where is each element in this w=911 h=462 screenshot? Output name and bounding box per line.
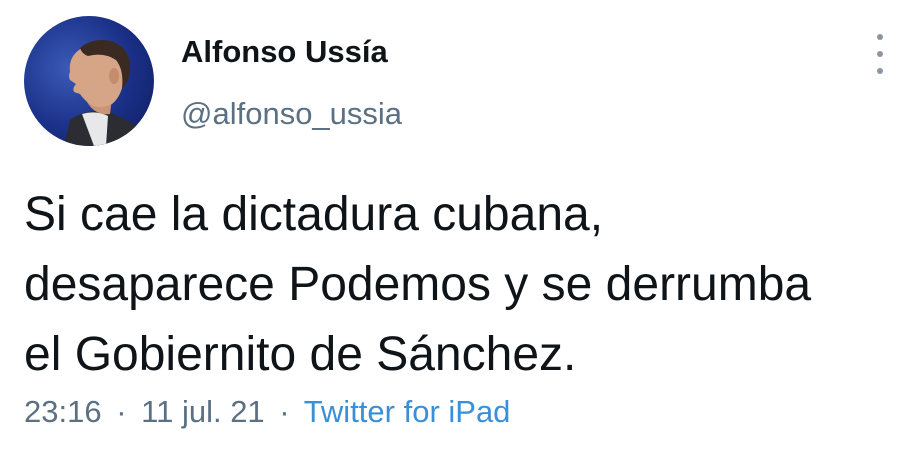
dot bbox=[877, 34, 883, 40]
tweet-source-link[interactable]: Twitter for iPad bbox=[304, 394, 511, 429]
username-handle[interactable]: @alfonso_ussia bbox=[181, 96, 402, 132]
profile-photo-icon bbox=[64, 40, 150, 146]
tweet-text-line: Si cae la dictadura cubana, bbox=[24, 188, 604, 241]
tweet-card: Alfonso Ussía @alfonso_ussia Si cae la d… bbox=[0, 0, 911, 462]
tweet-text: Si cae la dictadura cubana, desaparece P… bbox=[24, 180, 894, 390]
tweet-time[interactable]: 23:16 bbox=[24, 394, 102, 429]
dot bbox=[877, 68, 883, 74]
tweet-date[interactable]: 11 jul. 21 bbox=[141, 394, 265, 429]
separator: · bbox=[116, 394, 127, 429]
tweet-text-line: el Gobiernito de Sánchez. bbox=[24, 328, 577, 381]
avatar[interactable] bbox=[24, 16, 154, 146]
dot bbox=[877, 51, 883, 57]
tweet-text-line: desaparece Podemos y se derrumba bbox=[24, 258, 812, 311]
tweet-metadata: 23:16 · 11 jul. 21 · Twitter for iPad bbox=[24, 394, 510, 430]
separator: · bbox=[279, 394, 290, 429]
more-options-icon[interactable] bbox=[868, 34, 892, 74]
display-name[interactable]: Alfonso Ussía bbox=[181, 34, 388, 70]
